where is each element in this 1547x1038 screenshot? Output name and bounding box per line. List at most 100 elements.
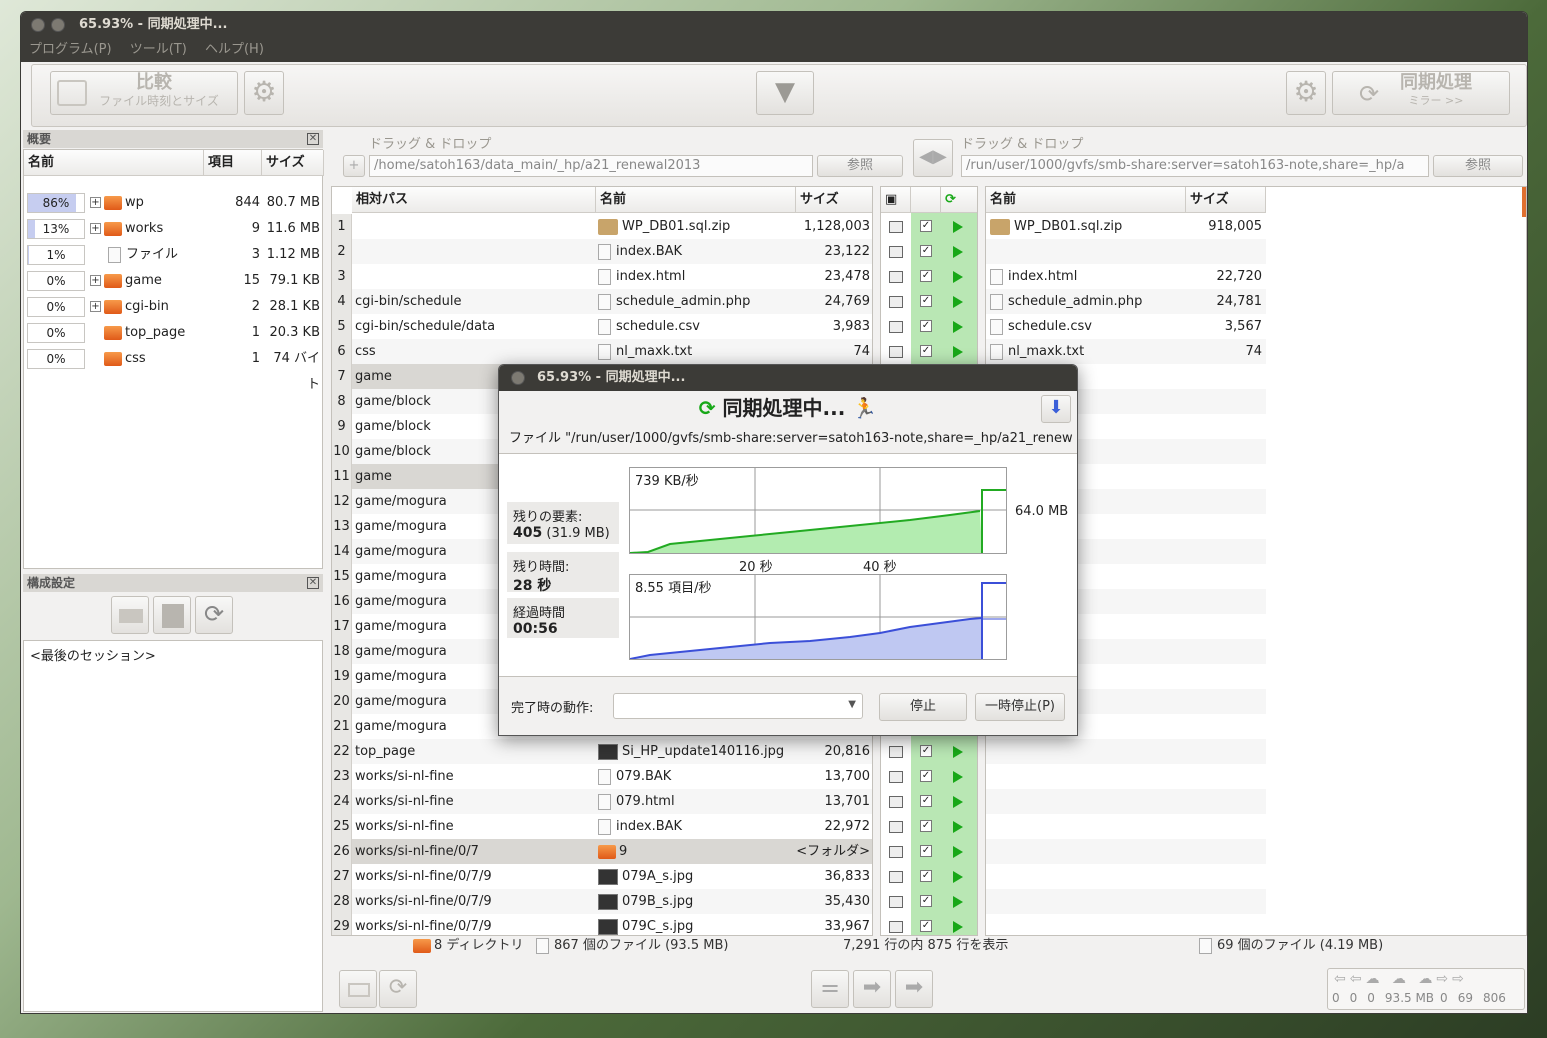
col-action[interactable]: ⟳ (941, 187, 977, 213)
overview-row[interactable]: 86% + wp 844 80.7 MB (24, 190, 324, 216)
col-size[interactable]: サイズ (262, 150, 324, 176)
overview-row[interactable]: 0% top_page 1 20.3 KB (24, 320, 324, 346)
table-row[interactable]: 26 works/si-nl-fine/0/7 9 <フォルダ> (332, 839, 872, 864)
sync-settings-button[interactable]: ⚙ (1286, 71, 1326, 115)
close-dialog-button[interactable] (511, 371, 525, 385)
swap-sides-button[interactable]: ◀▶ (913, 139, 953, 177)
arrow-right-icon[interactable] (953, 339, 963, 364)
minimize-window-button[interactable] (51, 18, 65, 32)
left-browse-button[interactable]: 参照 (817, 155, 903, 177)
batch-button[interactable]: ⟳ (195, 596, 233, 634)
compare-settings-button[interactable]: ⚙ (244, 71, 284, 115)
add-folder-pair-button[interactable]: + (343, 155, 365, 177)
table-row[interactable] (986, 739, 1266, 764)
expand-icon[interactable]: + (90, 275, 101, 286)
right-path-input[interactable]: /run/user/1000/gvfs/smb-share:server=sat… (961, 155, 1429, 177)
include-checkbox[interactable]: ✓ (920, 245, 932, 257)
sync-button[interactable]: ⟳ 同期処理 ミラー >> (1332, 71, 1510, 115)
table-row[interactable]: 25 works/si-nl-fine index.BAK 22,972 (332, 814, 872, 839)
create-right-icon[interactable] (953, 814, 963, 839)
table-row[interactable]: 5 cgi-bin/schedule/data schedule.csv 3,983 (332, 314, 872, 339)
overview-row[interactable]: 0% + cgi-bin 2 28.1 KB (24, 294, 324, 320)
table-row[interactable]: 6 css nl_maxk.txt 74 (332, 339, 872, 364)
overview-row[interactable]: 1% ファイル 3 1.12 MB (24, 242, 324, 268)
show-create-button[interactable]: ➡ (895, 970, 933, 1008)
right-browse-button[interactable]: 参照 (1433, 155, 1523, 177)
table-row[interactable] (986, 864, 1266, 889)
compare-button[interactable]: 比較 ファイル時刻とサイズ (50, 71, 238, 115)
include-checkbox[interactable]: ✓ (920, 795, 932, 807)
table-row[interactable] (986, 839, 1266, 864)
table-row[interactable]: nl_maxk.txt 74 (986, 339, 1266, 364)
table-row[interactable]: 24 works/si-nl-fine 079.html 13,701 (332, 789, 872, 814)
table-row[interactable] (986, 814, 1266, 839)
create-right-icon[interactable] (953, 739, 963, 764)
table-row[interactable]: schedule_admin.php 24,781 (986, 289, 1266, 314)
arrow-right-icon[interactable] (953, 264, 963, 289)
table-row[interactable]: 1 WP_DB01.sql.zip 1,128,003 (332, 214, 872, 239)
table-row[interactable] (986, 914, 1266, 935)
include-checkbox[interactable]: ✓ (920, 920, 932, 932)
menu-help[interactable]: ヘルプ(H) (205, 42, 264, 57)
overview-row[interactable]: 0% + game 15 79.1 KB (24, 268, 324, 294)
col-name[interactable]: 名前 (24, 150, 204, 176)
category-view-button[interactable] (339, 970, 377, 1008)
col-items[interactable]: 項目 (204, 150, 262, 176)
include-checkbox[interactable]: ✓ (920, 295, 932, 307)
show-equal-button[interactable]: = (811, 970, 849, 1008)
table-row[interactable] (986, 789, 1266, 814)
stop-button[interactable]: 停止 (879, 693, 967, 721)
col-right-size[interactable]: サイズ (1186, 187, 1266, 213)
include-checkbox[interactable]: ✓ (920, 220, 932, 232)
close-icon[interactable]: ✕ (307, 133, 319, 145)
show-update-button[interactable]: ➡ (853, 970, 891, 1008)
col-category[interactable]: ▣ (881, 187, 911, 213)
close-icon[interactable]: ✕ (307, 577, 319, 589)
include-checkbox[interactable]: ✓ (920, 345, 932, 357)
table-row[interactable]: 22 top_page Si_HP_update140116.jpg 20,816 (332, 739, 872, 764)
include-checkbox[interactable]: ✓ (920, 320, 932, 332)
arrow-right-icon[interactable] (953, 289, 963, 314)
table-row[interactable] (986, 764, 1266, 789)
col-left-size[interactable]: サイズ (796, 187, 872, 213)
action-view-button[interactable]: ⟳ (379, 970, 417, 1008)
on-completion-select[interactable]: ▼ (613, 693, 863, 719)
session-item[interactable]: <最後のセッション> (30, 649, 156, 664)
include-checkbox[interactable]: ✓ (920, 870, 932, 882)
create-right-icon[interactable] (953, 764, 963, 789)
table-row[interactable]: 4 cgi-bin/schedule schedule_admin.php 24,76… (332, 289, 872, 314)
table-row[interactable]: 3 index.html 23,478 (332, 264, 872, 289)
expand-icon[interactable]: + (90, 301, 101, 312)
table-row[interactable]: 27 works/si-nl-fine/0/7/9 079A_s.jpg 36,833 (332, 864, 872, 889)
table-row[interactable]: schedule.csv 3,567 (986, 314, 1266, 339)
col-left-name[interactable]: 名前 (596, 187, 796, 213)
expand-icon[interactable]: + (90, 197, 101, 208)
expand-icon[interactable]: + (90, 223, 101, 234)
create-right-icon[interactable] (953, 239, 963, 264)
include-checkbox[interactable]: ✓ (920, 895, 932, 907)
filter-button[interactable]: ▼ (756, 71, 814, 115)
create-right-icon[interactable] (953, 914, 963, 935)
arrow-right-icon[interactable] (953, 314, 963, 339)
include-checkbox[interactable]: ✓ (920, 845, 932, 857)
left-path-input[interactable]: /home/satoh163/data_main/_hp/a21_renewal… (369, 155, 813, 177)
save-as-button[interactable] (111, 596, 149, 634)
table-row[interactable] (986, 239, 1266, 264)
create-right-icon[interactable] (953, 839, 963, 864)
include-checkbox[interactable]: ✓ (920, 820, 932, 832)
include-checkbox[interactable]: ✓ (920, 745, 932, 757)
menu-tools[interactable]: ツール(T) (130, 42, 187, 57)
table-row[interactable]: WP_DB01.sql.zip 918,005 (986, 214, 1266, 239)
table-row[interactable]: 28 works/si-nl-fine/0/7/9 079B_s.jpg 35,430 (332, 889, 872, 914)
include-checkbox[interactable]: ✓ (920, 770, 932, 782)
table-row[interactable]: 23 works/si-nl-fine 079.BAK 13,700 (332, 764, 872, 789)
table-row[interactable]: index.html 22,720 (986, 264, 1266, 289)
col-relative-path[interactable]: 相対パス (352, 187, 596, 213)
arrow-right-icon[interactable] (953, 214, 963, 239)
menu-program[interactable]: プログラム(P) (29, 42, 112, 57)
scrollbar-thumb[interactable] (1522, 187, 1526, 217)
overview-row[interactable]: 0% css 1 74 バイト (24, 346, 324, 392)
minimize-to-tray-button[interactable]: ⬇ (1041, 395, 1071, 423)
table-row[interactable] (986, 889, 1266, 914)
table-row[interactable]: 29 works/si-nl-fine/0/7/9 079C_s.jpg 33,967 (332, 914, 872, 935)
